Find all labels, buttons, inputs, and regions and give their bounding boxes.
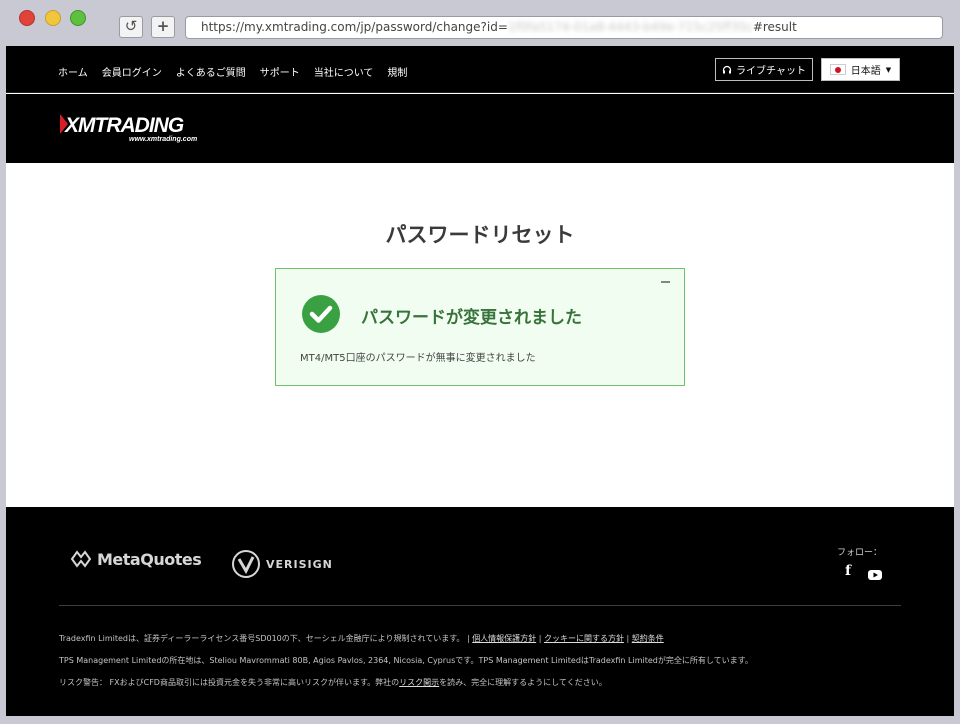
alert-title: パスワードが変更されました [361, 308, 582, 328]
metaquotes-icon [70, 550, 92, 568]
logo-wordmark: XMTRADING [64, 114, 184, 137]
alert-message: MT4/MT5口座のパスワードが無事に変更されました [300, 353, 536, 364]
collapse-icon[interactable] [661, 281, 670, 283]
live-chat-label: ライブチャット [736, 66, 806, 77]
logo-bar: XMTRADING www.xmtrading.com [6, 94, 954, 163]
metaquotes-logo: MetaQuotes [70, 549, 202, 569]
minimize-window-button[interactable] [45, 10, 61, 26]
address-bar[interactable]: https://my.xmtrading.com/jp/password/cha… [185, 16, 943, 39]
reload-icon: ↺ [124, 17, 138, 35]
nav-item-support[interactable]: サポート [260, 64, 300, 79]
web-page: ホーム 会員ログイン よくあるご質問 サポート 当社について 規制 ライブチャッ… [6, 46, 954, 716]
facebook-icon[interactable]: f [845, 563, 851, 579]
url-suffix: #result [752, 20, 797, 34]
separator: | [623, 634, 632, 643]
main-nav: ホーム 会員ログイン よくあるご質問 サポート 当社について 規制 [58, 64, 407, 79]
nav-item-regulation[interactable]: 規制 [387, 64, 407, 79]
language-label: 日本語 [850, 66, 881, 77]
verisign-logo: VERISIGN [231, 549, 333, 579]
nav-item-faq[interactable]: よくあるご質問 [176, 64, 246, 79]
risk-text-suffix: を読み、完全に理解するようにしてください。 [439, 678, 607, 687]
nav-item-about[interactable]: 当社について [314, 64, 374, 79]
check-circle-icon [302, 295, 340, 333]
verisign-label: VERISIGN [266, 557, 333, 571]
browser-chrome: ↺ + https://my.xmtrading.com/jp/password… [0, 0, 960, 46]
risk-disclosure-link[interactable]: リスク開示 [399, 678, 439, 687]
caret-down-icon: ▼ [885, 65, 892, 74]
top-navigation-bar: ホーム 会員ログイン よくあるご質問 サポート 当社について 規制 ライブチャッ… [6, 46, 954, 93]
terms-link[interactable]: 契約条件 [632, 634, 664, 643]
headset-icon [722, 65, 732, 73]
maximize-window-button[interactable] [70, 10, 86, 26]
xmtrading-logo[interactable]: XMTRADING www.xmtrading.com [60, 112, 220, 148]
cookie-policy-link[interactable]: クッキーに関する方針 [544, 634, 624, 643]
logo-url: www.xmtrading.com [129, 136, 197, 143]
youtube-icon[interactable] [868, 565, 882, 584]
nav-item-home[interactable]: ホーム [58, 64, 88, 79]
footer-divider [59, 605, 901, 606]
close-window-button[interactable] [19, 10, 35, 26]
url-redacted-id: 1f0fa5174-01a8-4443-b49e-715c25ff35c [507, 20, 753, 34]
privacy-policy-link[interactable]: 個人情報保護方針 [472, 634, 536, 643]
separator: | [536, 634, 544, 643]
risk-text-prefix: リスク警告： FXおよびCFD商品取引には投資元金を失う非常に高いリスクが伴いま… [59, 678, 400, 687]
success-alert: パスワードが変更されました MT4/MT5口座のパスワードが無事に変更されました [275, 268, 685, 386]
plus-icon: + [156, 17, 170, 35]
new-tab-button[interactable]: + [151, 16, 175, 38]
url-prefix: https://my.xmtrading.com/jp/password/cha… [201, 20, 508, 34]
follow-label: フォロー： [837, 548, 883, 558]
footer-address-line: TPS Management Limitedの所在地は、Steliou Mavr… [59, 656, 753, 665]
footer-regulation-line: Tradexfin Limitedは、証券ディーラーライセンス番号SD010の下… [59, 633, 664, 644]
regulation-text: Tradexfin Limitedは、証券ディーラーライセンス番号SD010の下… [59, 634, 473, 643]
language-selector[interactable]: 日本語 ▼ [821, 58, 900, 81]
metaquotes-label: MetaQuotes [97, 549, 202, 569]
footer-risk-line: リスク警告： FXおよびCFD商品取引には投資元金を失う非常に高いリスクが伴いま… [59, 677, 607, 688]
live-chat-button[interactable]: ライブチャット [715, 58, 813, 81]
verisign-icon [232, 550, 260, 578]
reload-button[interactable]: ↺ [119, 16, 143, 38]
footer: MetaQuotes VERISIGN フォロー： f Tradexfin Li… [6, 507, 954, 716]
main-content: パスワードリセット パスワードが変更されました MT4/MT5口座のパスワードが… [6, 163, 954, 507]
japan-flag-icon [829, 64, 846, 75]
page-title: パスワードリセット [385, 223, 575, 247]
nav-item-member-login[interactable]: 会員ログイン [102, 64, 162, 79]
